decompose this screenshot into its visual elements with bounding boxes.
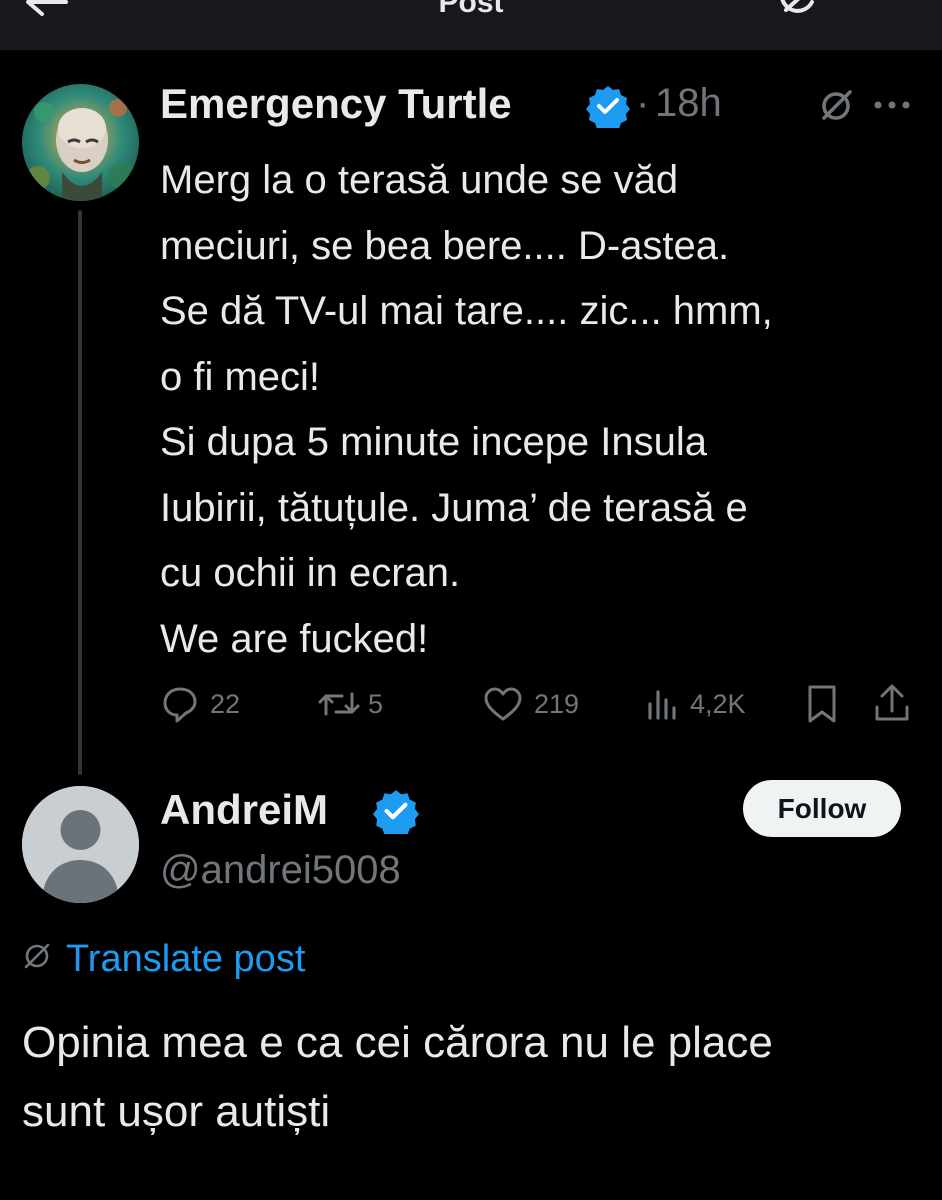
post-text-line: cu ochii in ecran. bbox=[160, 551, 461, 595]
views-button[interactable]: 4,2K bbox=[642, 682, 746, 726]
views-icon bbox=[642, 684, 682, 724]
post-text-line: Iubirii, tătuțule. Juma’ de terasă e bbox=[160, 485, 748, 530]
avatar[interactable] bbox=[22, 84, 139, 201]
reply-icon bbox=[160, 684, 200, 724]
reply-text: Opinia mea e ca cei cărora nu le place s… bbox=[22, 1008, 922, 1146]
globe-icon bbox=[22, 938, 52, 981]
translate-label: Translate post bbox=[66, 938, 306, 980]
post-text-line: Se dă TV-ul mai tare.... zic... hmm, bbox=[160, 289, 773, 333]
verified-badge-icon bbox=[586, 84, 630, 133]
bookmark-icon bbox=[802, 683, 842, 725]
post-text: Merg la o terasă unde se văd meciuri, se… bbox=[160, 148, 930, 672]
post-text-line: o fi meci! bbox=[160, 354, 321, 399]
refresh-icon[interactable] bbox=[776, 0, 820, 27]
more-icon[interactable] bbox=[872, 98, 916, 117]
author-name[interactable]: Emergency Turtle bbox=[160, 80, 512, 128]
post-time[interactable]: 18h bbox=[655, 81, 722, 126]
top-bar: Post bbox=[0, 0, 942, 50]
reply-text-line: sunt ușor autiști bbox=[22, 1087, 331, 1136]
avatar[interactable] bbox=[22, 786, 139, 903]
views-count: 4,2K bbox=[690, 688, 746, 719]
more-icon[interactable] bbox=[852, 0, 898, 23]
post-text-line: Merg la o terasă unde se văd bbox=[160, 158, 679, 202]
reply-author-name[interactable]: AndreiM bbox=[160, 786, 328, 834]
post-text-line: We are fucked! bbox=[160, 616, 429, 661]
verified-badge-icon bbox=[373, 788, 419, 839]
repost-count: 5 bbox=[368, 688, 384, 719]
reply-text-line: Opinia mea e ca cei cărora nu le place bbox=[22, 1018, 773, 1067]
reply-button[interactable]: 22 bbox=[160, 682, 240, 726]
reply-count: 22 bbox=[210, 688, 241, 719]
grok-icon[interactable] bbox=[816, 86, 856, 131]
repost-button[interactable]: 5 bbox=[316, 682, 383, 726]
post-text-line: meciuri, se bea bere.... D-astea. bbox=[160, 223, 730, 268]
share-button[interactable] bbox=[872, 682, 912, 726]
repost-icon bbox=[316, 684, 362, 724]
share-icon bbox=[872, 683, 912, 725]
like-button[interactable]: 219 bbox=[482, 682, 579, 726]
translate-post-link[interactable]: Translate post bbox=[22, 938, 305, 981]
reply-handle[interactable]: @andrei5008 bbox=[160, 848, 401, 893]
follow-button[interactable]: Follow bbox=[743, 780, 901, 837]
bookmark-button[interactable] bbox=[802, 682, 842, 726]
separator-dot: · bbox=[636, 81, 650, 125]
like-count: 219 bbox=[534, 688, 580, 719]
post-text-line: Si dupa 5 minute incepe Insula bbox=[160, 420, 708, 464]
like-icon bbox=[482, 684, 524, 724]
thread-line bbox=[78, 210, 82, 775]
